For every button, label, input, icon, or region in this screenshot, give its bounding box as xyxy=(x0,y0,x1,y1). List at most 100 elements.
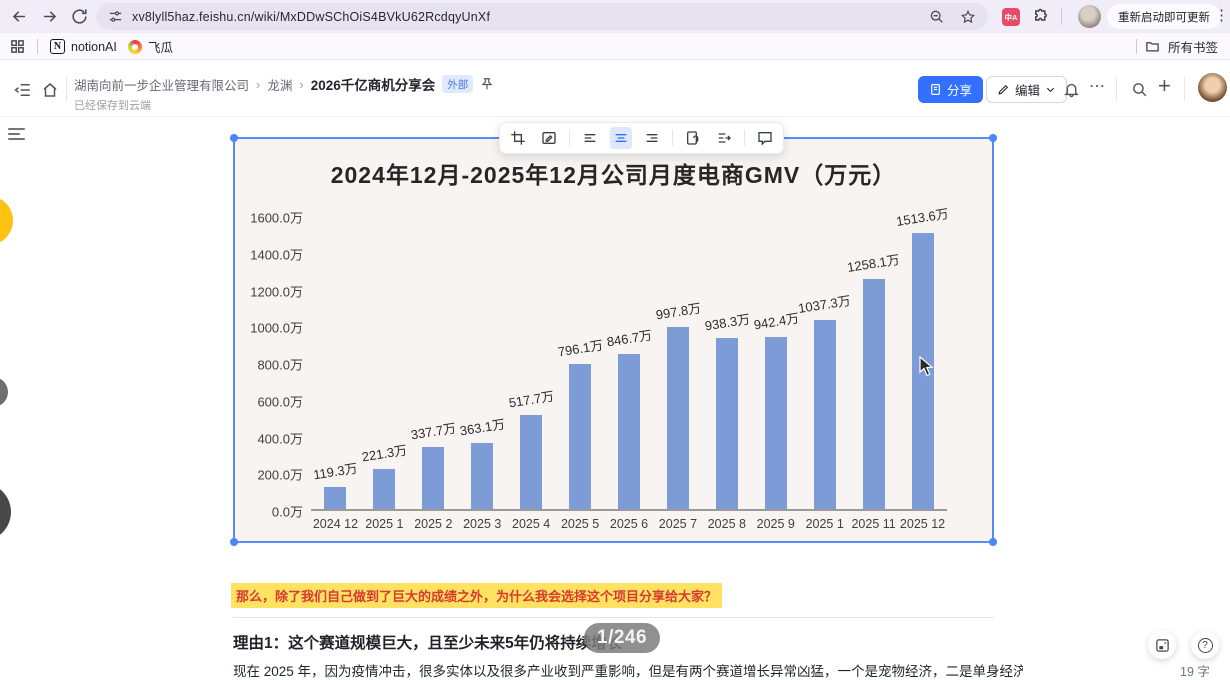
chevron-right-icon: › xyxy=(299,76,304,92)
y-tick-label: 1200.0万 xyxy=(250,284,303,299)
user-avatar[interactable] xyxy=(1198,73,1227,102)
chart-bar xyxy=(666,326,689,509)
overlay-dark-button[interactable] xyxy=(0,483,11,541)
site-settings-icon[interactable] xyxy=(108,9,123,24)
y-tick-label: 1000.0万 xyxy=(250,320,303,336)
bookmarks-divider xyxy=(1135,39,1137,54)
translate-extension-icon[interactable]: 中A xyxy=(1002,8,1020,26)
chart-image-block[interactable]: 2024年12月-2025年12月公司月度电商GMV（万元） 1600.0万 14… xyxy=(230,134,997,546)
extensions-puzzle-icon[interactable] xyxy=(1032,8,1050,26)
copy-link-icon[interactable] xyxy=(682,127,704,149)
chart-bar xyxy=(324,487,347,509)
breadcrumb-space[interactable]: 龙渊 xyxy=(267,75,292,94)
highlighted-paragraph: 那么，除了我们自己做到了巨大的成绩之外，为什么我会选择这个项目分享给大家？ xyxy=(231,583,723,608)
chevron-right-icon: › xyxy=(256,76,261,92)
reason-heading: 理由1：这个赛道规模巨大，且至少未来5年仍将持续增长 xyxy=(233,635,623,652)
create-new-icon[interactable]: + xyxy=(1158,73,1171,99)
browser-profile-avatar[interactable] xyxy=(1078,5,1101,28)
overlay-gray-button[interactable] xyxy=(0,377,8,407)
zoom-out-icon[interactable] xyxy=(929,9,945,25)
browser-toolbar: xv8lyll5haz.feishu.cn/wiki/MxDDwSChOiS4B… xyxy=(0,0,1230,33)
resize-handle[interactable] xyxy=(230,134,238,142)
feigua-logo-icon xyxy=(128,39,142,54)
toolbar-divider xyxy=(744,130,745,146)
bookmarks-divider xyxy=(37,39,38,54)
url-text[interactable]: xv8lyll5haz.feishu.cn/wiki/MxDDwSChOiS4B… xyxy=(132,10,929,24)
y-tick-label: 200.0万 xyxy=(257,467,303,483)
forward-icon[interactable] xyxy=(40,7,59,26)
y-tick-label: 1600.0万 xyxy=(250,210,303,226)
resize-handle[interactable] xyxy=(989,134,997,142)
all-bookmarks-label: 所有书签 xyxy=(1167,41,1218,55)
header-divider xyxy=(1184,77,1185,101)
more-actions-icon[interactable]: ⋯ xyxy=(1089,76,1105,96)
bookmarks-bar: N notionAI 飞瓜 所有书签 xyxy=(0,33,1230,60)
doc-outline-icon[interactable] xyxy=(8,128,25,142)
chevron-down-icon xyxy=(1046,87,1055,93)
resize-handle[interactable] xyxy=(989,538,997,546)
address-bar[interactable]: xv8lyll5haz.feishu.cn/wiki/MxDDwSChOiS4B… xyxy=(96,3,988,30)
chart-plot: 119.3万 221.3万 337.7万 363.1万 517.7万 796.1万 846.… xyxy=(311,206,950,511)
y-tick-label: 800.0万 xyxy=(257,357,303,373)
widgets-button[interactable] xyxy=(1148,631,1176,659)
x-tick-label: 2025 7 xyxy=(658,517,698,531)
body-paragraph: 现在 2025 年，因为疫情冲击，很多实体以及很多产业收到严重影响，但是有两个赛… xyxy=(233,664,1023,679)
resize-handle[interactable] xyxy=(230,538,238,546)
y-tick-label: 0.0万 xyxy=(271,504,303,520)
save-status: 已经保存到云端 xyxy=(74,100,151,112)
all-bookmarks-button[interactable]: 所有书签 xyxy=(1135,37,1218,56)
annotate-icon[interactable] xyxy=(538,127,560,149)
notionai-logo-icon: N xyxy=(50,39,65,54)
back-icon[interactable] xyxy=(10,7,29,26)
share-label: 分享 xyxy=(947,84,973,98)
chart-bar xyxy=(422,447,445,509)
bookmark-star-icon[interactable] xyxy=(960,9,976,25)
chart-bar xyxy=(373,468,396,509)
bookmark-feigua[interactable]: 飞瓜 xyxy=(128,37,173,56)
x-tick-label: 2025 5 xyxy=(560,517,600,531)
toolbar-divider xyxy=(672,130,673,146)
chart-bar xyxy=(715,337,738,509)
chart-x-axis: 2024 12 2025 1 2025 2 2025 3 2025 4 2025 5 202… xyxy=(311,517,947,533)
chart-bar xyxy=(813,319,836,509)
x-tick-label: 2025 8 xyxy=(707,517,746,531)
toolbar-divider xyxy=(569,130,570,146)
bookmark-label: notionAI xyxy=(71,39,117,54)
home-icon[interactable] xyxy=(41,81,59,99)
comment-icon[interactable] xyxy=(754,127,776,149)
edit-button[interactable]: 编辑 xyxy=(986,76,1068,103)
y-tick-label: 400.0万 xyxy=(257,431,303,446)
breadcrumb-company[interactable]: 湖南向前一步企业管理有限公司 xyxy=(74,75,249,94)
move-to-icon[interactable] xyxy=(713,127,735,149)
chart-bar xyxy=(764,337,787,509)
notifications-bell-icon[interactable] xyxy=(1063,81,1080,98)
x-tick-label: 2025 1 xyxy=(805,517,844,531)
chart-bar xyxy=(617,354,640,509)
relaunch-update-button[interactable]: 重新启动即可更新 xyxy=(1107,4,1221,29)
chart-bar xyxy=(471,442,494,509)
page-title[interactable]: 2026千亿商机分享会 xyxy=(311,74,436,94)
x-tick-label: 2025 4 xyxy=(512,517,551,531)
pin-icon[interactable] xyxy=(480,77,494,91)
page-indicator: 1/246 xyxy=(584,623,661,653)
bookmark-notionai[interactable]: N notionAI xyxy=(50,37,117,56)
overlay-yellow-button[interactable] xyxy=(0,196,13,245)
chart-y-axis: 1600.0万 1400.0万 1200.0万 1000.0万 800.0万 600.0万… xyxy=(235,211,303,520)
folder-icon xyxy=(1145,39,1160,54)
share-button[interactable]: 分享 xyxy=(918,76,984,103)
reload-icon[interactable] xyxy=(70,7,89,26)
crop-icon[interactable] xyxy=(507,127,529,149)
align-right-icon[interactable] xyxy=(641,127,663,149)
browser-menu-icon[interactable]: ⋮ xyxy=(1214,5,1229,27)
x-tick-label: 2025 9 xyxy=(756,517,795,531)
tab-groups-grid-icon[interactable] xyxy=(10,39,25,54)
search-icon[interactable] xyxy=(1131,81,1148,98)
sidebar-toggle-icon[interactable] xyxy=(14,81,32,99)
align-left-icon[interactable] xyxy=(579,127,601,149)
x-tick-label: 2025 12 xyxy=(899,517,946,531)
bar-value-label: 1513.6万 xyxy=(895,205,950,229)
align-center-icon[interactable] xyxy=(610,127,632,149)
help-button[interactable]: ? xyxy=(1191,631,1219,659)
x-tick-label: 2024 12 xyxy=(312,517,359,531)
edit-label: 编辑 xyxy=(1015,84,1041,98)
